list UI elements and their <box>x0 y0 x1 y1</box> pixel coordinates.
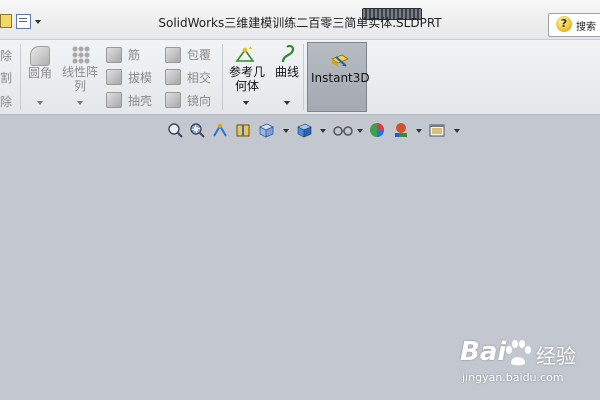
partial-cut-extrude-label[interactable]: 除 <box>0 47 12 64</box>
display-style-icon[interactable] <box>296 122 312 138</box>
title-bar: SolidWorks三维建模训练二百零三简单实体.SLDPRT ? 搜索 <box>0 0 600 40</box>
options-list-icon[interactable] <box>16 14 31 29</box>
mirror-icon[interactable] <box>165 92 181 108</box>
reference-geometry-dropdown-icon[interactable] <box>243 101 249 105</box>
ribbon-separator <box>222 44 223 110</box>
hide-show-dropdown-icon[interactable] <box>357 129 363 133</box>
search-label[interactable]: 搜索 <box>576 18 596 33</box>
hide-show-items-icon[interactable] <box>333 122 353 138</box>
fillet-button[interactable]: 圆角 <box>28 64 52 81</box>
paw-logo-icon <box>506 340 531 366</box>
view-orientation-icon[interactable] <box>258 122 274 138</box>
section-view-icon[interactable] <box>235 122 251 138</box>
instant3d-icon <box>331 54 349 67</box>
zoom-to-fit-icon[interactable] <box>167 122 183 138</box>
previous-view-icon[interactable] <box>212 122 228 138</box>
view-settings-icon[interactable] <box>429 122 445 138</box>
display-style-dropdown-icon[interactable] <box>320 129 326 133</box>
linear-pattern-icon[interactable] <box>72 46 90 64</box>
wrap-button[interactable]: 包覆 <box>187 46 211 63</box>
watermark-url: jingyan.baidu.com <box>462 371 564 384</box>
curves-dropdown-icon[interactable] <box>284 101 290 105</box>
features-ribbon: 除 割 除 圆角 线性阵 列 筋 拔模 抽壳 包覆 相交 镜向 参考几 何体 曲… <box>0 40 600 115</box>
shell-icon[interactable] <box>106 92 122 108</box>
apply-scene-icon[interactable] <box>393 122 409 138</box>
edit-appearance-icon[interactable] <box>369 122 385 138</box>
reference-geometry-icon[interactable] <box>234 44 256 64</box>
draft-button[interactable]: 拔模 <box>128 69 152 86</box>
baidu-watermark: Bai 经验 jingyan.baidu.com <box>458 337 600 400</box>
ribbon-separator <box>20 44 21 110</box>
instant3d-label: Instant3D <box>311 71 370 85</box>
apply-scene-dropdown-icon[interactable] <box>416 129 422 133</box>
rib-button[interactable]: 筋 <box>128 46 140 63</box>
curves-button[interactable]: 曲线 <box>275 63 299 80</box>
curves-icon[interactable] <box>279 44 297 64</box>
quick-access-dropdown-icon[interactable] <box>35 20 41 24</box>
mirror-button[interactable]: 镜向 <box>187 92 211 109</box>
window-title: SolidWorks三维建模训练二百零三简单实体.SLDPRT <box>158 16 442 30</box>
view-settings-dropdown-icon[interactable] <box>454 129 460 133</box>
document-properties-icon[interactable] <box>0 14 12 28</box>
zoom-to-area-icon[interactable] <box>189 122 205 138</box>
reference-geometry-label-2[interactable]: 何体 <box>235 77 259 94</box>
intersect-button[interactable]: 相交 <box>187 69 211 86</box>
help-icon[interactable]: ? <box>556 16 572 32</box>
watermark-jingyan: 经验 <box>536 344 576 368</box>
ribbon-separator <box>303 44 304 110</box>
partial-cut-sweep-label[interactable]: 除 <box>0 93 12 110</box>
fillet-dropdown-icon[interactable] <box>37 101 43 105</box>
linear-pattern-label-2[interactable]: 列 <box>74 77 86 94</box>
draft-icon[interactable] <box>106 69 122 85</box>
partial-cut-revolve-label[interactable]: 割 <box>0 69 12 86</box>
shell-button[interactable]: 抽壳 <box>128 92 152 109</box>
rib-icon[interactable] <box>106 47 122 63</box>
wrap-icon[interactable] <box>165 47 181 63</box>
watermark-brand: Bai <box>460 337 507 367</box>
intersect-icon[interactable] <box>165 69 181 85</box>
linear-pattern-dropdown-icon[interactable] <box>77 101 83 105</box>
view-orientation-dropdown-icon[interactable] <box>283 129 289 133</box>
instant3d-button[interactable]: Instant3D <box>307 42 370 112</box>
fillet-icon[interactable] <box>30 46 50 66</box>
